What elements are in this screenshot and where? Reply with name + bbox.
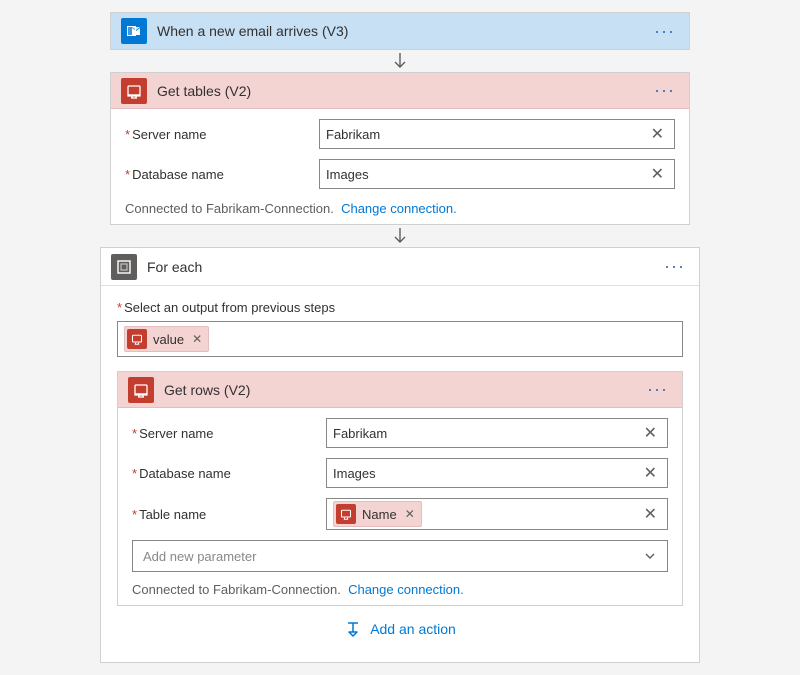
trigger-title: When a new email arrives (V3) <box>157 23 640 39</box>
foreach-card: For each ··· Select an output from previ… <box>100 247 700 663</box>
server-name-value: Fabrikam <box>326 127 647 142</box>
sql-icon <box>121 78 147 104</box>
database-name-label: Database name <box>132 466 312 481</box>
get-tables-card: Get tables (V2) ··· Server name Fabrikam… <box>110 72 690 225</box>
trigger-header[interactable]: When a new email arrives (V3) ··· <box>111 13 689 49</box>
database-name-label: Database name <box>125 167 305 182</box>
token-remove-icon[interactable]: ✕ <box>405 507 415 521</box>
select-output-label: Select an output from previous steps <box>117 300 683 315</box>
table-name-label: Table name <box>132 507 312 522</box>
connector-arrow <box>392 50 408 72</box>
foreach-menu-button[interactable]: ··· <box>660 256 689 277</box>
add-action-icon <box>344 620 362 638</box>
loop-icon <box>111 254 137 280</box>
get-rows-header[interactable]: Get rows (V2) ··· <box>118 372 682 408</box>
sql-icon <box>336 504 356 524</box>
add-parameter-select[interactable]: Add new parameter <box>132 540 668 572</box>
token-label: Name <box>362 507 397 522</box>
foreach-header[interactable]: For each ··· <box>101 248 699 286</box>
add-parameter-placeholder: Add new parameter <box>143 549 256 564</box>
name-token[interactable]: Name ✕ <box>333 501 422 527</box>
clear-icon[interactable]: ✕ <box>640 423 661 443</box>
change-connection-link[interactable]: Change connection. <box>341 201 457 216</box>
change-connection-link[interactable]: Change connection. <box>348 582 464 597</box>
clear-icon[interactable]: ✕ <box>647 124 668 144</box>
token-remove-icon[interactable]: ✕ <box>192 332 202 346</box>
clear-icon[interactable]: ✕ <box>647 164 668 184</box>
get-rows-body: Server name Fabrikam ✕ Database name Ima… <box>118 408 682 605</box>
connector-arrow <box>392 225 408 247</box>
clear-icon[interactable]: ✕ <box>640 463 661 483</box>
get-tables-header[interactable]: Get tables (V2) ··· <box>111 73 689 109</box>
server-name-label: Server name <box>125 127 305 142</box>
value-token[interactable]: value ✕ <box>124 326 209 352</box>
chevron-down-icon <box>643 549 657 563</box>
table-name-input[interactable]: Name ✕ ✕ <box>326 498 668 530</box>
connection-status: Connected to Fabrikam-Connection. Change… <box>125 199 675 216</box>
outlook-icon <box>121 18 147 44</box>
database-name-value: Images <box>326 167 647 182</box>
sql-icon <box>128 377 154 403</box>
foreach-body: Select an output from previous steps val… <box>101 286 699 662</box>
token-label: value <box>153 332 184 347</box>
foreach-title: For each <box>147 259 650 275</box>
server-name-label: Server name <box>132 426 312 441</box>
get-tables-menu-button[interactable]: ··· <box>650 80 679 101</box>
server-name-input[interactable]: Fabrikam ✕ <box>326 418 668 448</box>
trigger-menu-button[interactable]: ··· <box>650 21 679 42</box>
get-rows-title: Get rows (V2) <box>164 382 633 398</box>
add-action-label: Add an action <box>370 621 456 637</box>
server-name-input[interactable]: Fabrikam ✕ <box>319 119 675 149</box>
trigger-card[interactable]: When a new email arrives (V3) ··· <box>110 12 690 50</box>
get-tables-body: Server name Fabrikam ✕ Database name Ima… <box>111 109 689 224</box>
get-rows-card: Get rows (V2) ··· Server name Fabrikam ✕… <box>117 371 683 606</box>
add-action-button[interactable]: Add an action <box>117 606 683 648</box>
sql-icon <box>127 329 147 349</box>
get-rows-menu-button[interactable]: ··· <box>643 379 672 400</box>
database-name-input[interactable]: Images ✕ <box>326 458 668 488</box>
clear-icon[interactable]: ✕ <box>640 504 661 524</box>
select-output-input[interactable]: value ✕ <box>117 321 683 357</box>
database-name-input[interactable]: Images ✕ <box>319 159 675 189</box>
connection-status: Connected to Fabrikam-Connection. Change… <box>132 580 668 597</box>
flow-canvas: When a new email arrives (V3) ··· Get ta… <box>0 0 800 675</box>
get-tables-title: Get tables (V2) <box>157 83 640 99</box>
